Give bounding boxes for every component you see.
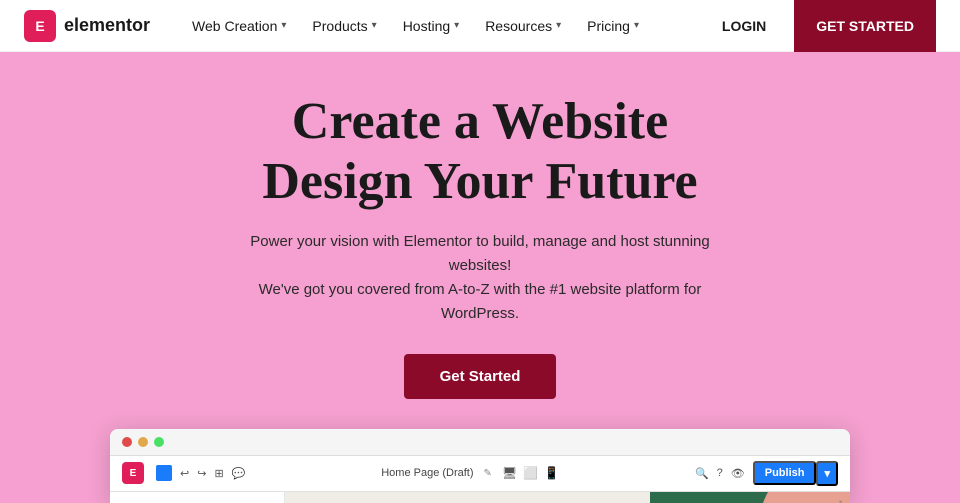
help-icon[interactable]: ?	[717, 467, 723, 479]
minimize-dot	[138, 437, 148, 447]
navbar: E elementor Web Creation ▾ Products ▾ Ho…	[0, 0, 960, 52]
nav-links: Web Creation ▾ Products ▾ Hosting ▾ Reso…	[182, 12, 710, 40]
tablet-icon[interactable]: ⬜	[523, 466, 538, 480]
toolbar-redo-icon[interactable]: ↪	[197, 467, 206, 480]
toolbar-center: Home Page (Draft) ✎ 🖥 ⬜ 📱	[257, 466, 683, 480]
search-icon[interactable]: 🔍	[695, 467, 709, 480]
chevron-down-icon: ▾	[372, 20, 377, 31]
nav-item-web-creation[interactable]: Web Creation ▾	[182, 12, 296, 40]
toolbar-icons: ↩ ↪ ⊞ 💬	[156, 465, 245, 481]
login-button[interactable]: LOGIN	[710, 12, 778, 40]
chevron-down-icon: ▾	[281, 20, 286, 31]
nav-item-resources[interactable]: Resources ▾	[475, 12, 571, 40]
mobile-icon[interactable]: 📱	[544, 466, 559, 480]
hero-subtitle: Power your vision with Elementor to buil…	[220, 230, 740, 326]
editor-canvas: │ ✕ 111 + SPRING ⤢	[285, 492, 850, 503]
publish-dropdown-button[interactable]: ▾	[816, 461, 838, 486]
elementor-logo-icon: E	[24, 10, 56, 42]
close-dot	[122, 437, 132, 447]
logo-text: elementor	[64, 15, 150, 36]
canvas-left-panel	[285, 492, 650, 503]
nav-right: LOGIN GET STARTED	[710, 0, 936, 52]
chevron-down-icon: ▾	[556, 20, 561, 31]
page-name-icon: ✎	[484, 468, 492, 479]
eye-icon[interactable]: 👁	[731, 467, 745, 480]
nav-item-hosting[interactable]: Hosting ▾	[393, 12, 470, 40]
expand-icon[interactable]: ⤢	[832, 498, 842, 503]
maximize-dot	[154, 437, 164, 447]
publish-button[interactable]: Publish	[753, 461, 817, 485]
editor-logo-icon: E	[122, 462, 144, 484]
get-started-button[interactable]: GET STARTED	[794, 0, 936, 52]
hero-section: Create a Website Design Your Future Powe…	[0, 52, 960, 503]
nav-item-products[interactable]: Products ▾	[302, 12, 386, 40]
hero-title: Create a Website Design Your Future	[262, 92, 697, 212]
toolbar-undo-icon[interactable]: ↩	[180, 467, 189, 480]
chevron-down-icon: ▾	[454, 20, 459, 31]
toolbar-add-icon[interactable]	[156, 465, 172, 481]
toolbar-comment-icon[interactable]: 💬	[232, 467, 246, 480]
editor-toolbar: E ↩ ↪ ⊞ 💬 Home Page (Draft) ✎ 🖥 ⬜ 📱 🔍 ?	[110, 456, 850, 492]
nav-item-pricing[interactable]: Pricing ▾	[577, 12, 649, 40]
toolbar-right: 🔍 ? 👁 Publish ▾	[695, 461, 838, 486]
page-name: Home Page (Draft)	[381, 467, 473, 479]
browser-mockup: E ↩ ↪ ⊞ 💬 Home Page (Draft) ✎ 🖥 ⬜ 📱 🔍 ?	[110, 429, 850, 503]
canvas-right-panel: SPRING ⤢	[650, 492, 850, 503]
hero-cta-button[interactable]: Get Started	[404, 354, 557, 399]
desktop-icon[interactable]: 🖥	[502, 466, 517, 480]
editor-sidebar: Edit Heading Content Style Advanced ▼ Ti…	[110, 492, 285, 503]
logo-area[interactable]: E elementor	[24, 10, 150, 42]
browser-titlebar	[110, 429, 850, 456]
device-icons: 🖥 ⬜ 📱	[502, 466, 559, 480]
editor-body: Edit Heading Content Style Advanced ▼ Ti…	[110, 492, 850, 503]
chevron-down-icon: ▾	[634, 20, 639, 31]
toolbar-grid-icon[interactable]: ⊞	[214, 467, 223, 480]
